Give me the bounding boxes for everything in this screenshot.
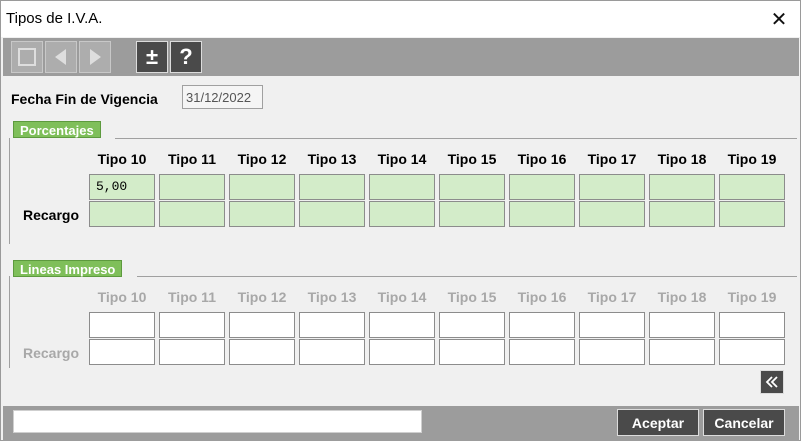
recargo-cell[interactable] — [649, 201, 715, 227]
toolbar: ± ? — [3, 38, 799, 76]
recargo-cell[interactable] — [89, 201, 155, 227]
column-header: Tipo 16 — [517, 289, 567, 305]
section-border — [9, 138, 10, 244]
column-header: Tipo 10 — [97, 151, 147, 167]
help-icon[interactable]: ? — [170, 41, 202, 73]
status-field[interactable] — [13, 410, 422, 433]
lineas-impreso-tab: Lineas Impreso — [13, 260, 123, 277]
recargo-cell[interactable] — [159, 201, 225, 227]
column-header: Tipo 10 — [97, 289, 147, 305]
recargo-cell[interactable] — [299, 339, 365, 365]
value-cell[interactable] — [299, 174, 365, 200]
dialog-window: Tipos de I.V.A. ✕ ± ? Fecha Fin de Vigen… — [0, 0, 801, 441]
square-icon[interactable] — [11, 41, 43, 73]
column-header: Tipo 14 — [377, 289, 427, 305]
value-cell[interactable] — [89, 312, 155, 338]
value-cell[interactable] — [439, 174, 505, 200]
value-cell[interactable] — [299, 312, 365, 338]
value-cell[interactable]: 5,00 — [89, 174, 155, 200]
column-header: Tipo 14 — [377, 151, 427, 167]
recargo-cell[interactable] — [649, 339, 715, 365]
column-header: Tipo 16 — [517, 151, 567, 167]
accept-button[interactable]: Aceptar — [617, 409, 699, 436]
column-header: Tipo 19 — [727, 289, 777, 305]
value-cell[interactable] — [579, 174, 645, 200]
bottom-bar: Aceptar Cancelar — [3, 406, 799, 441]
recargo-label: Recargo — [23, 207, 80, 223]
value-cell[interactable] — [719, 174, 785, 200]
triangle-right-icon[interactable] — [79, 41, 111, 73]
column-header: Tipo 18 — [657, 151, 707, 167]
plus-minus-icon[interactable]: ± — [136, 41, 168, 73]
recargo-cell[interactable] — [159, 339, 225, 365]
recargo-cell[interactable] — [439, 339, 505, 365]
section-rule — [115, 138, 797, 139]
recargo-cell[interactable] — [299, 201, 365, 227]
cancel-button[interactable]: Cancelar — [703, 409, 785, 436]
column-header: Tipo 15 — [447, 151, 497, 167]
section-rule — [137, 276, 797, 277]
lineas-recargo-label: Recargo — [23, 345, 80, 361]
value-cell[interactable] — [579, 312, 645, 338]
value-cell[interactable] — [159, 174, 225, 200]
value-cell[interactable] — [719, 312, 785, 338]
column-header: Tipo 13 — [307, 151, 357, 167]
value-cell[interactable] — [369, 312, 435, 338]
recargo-cell[interactable] — [509, 339, 575, 365]
column-header: Tipo 11 — [168, 151, 216, 167]
section-border — [9, 276, 10, 368]
recargo-cell[interactable] — [369, 339, 435, 365]
column-header: Tipo 13 — [307, 289, 357, 305]
recargo-cell[interactable] — [439, 201, 505, 227]
column-header: Tipo 17 — [587, 151, 637, 167]
value-cell[interactable] — [509, 312, 575, 338]
column-header: Tipo 12 — [237, 151, 287, 167]
column-header: Tipo 18 — [657, 289, 707, 305]
value-cell[interactable] — [439, 312, 505, 338]
fecha-field[interactable]: 31/12/2022 — [182, 85, 263, 109]
recargo-cell[interactable] — [719, 339, 785, 365]
fecha-label: Fecha Fin de Vigencia — [11, 91, 158, 107]
recargo-cell[interactable] — [89, 339, 155, 365]
collapse-icon[interactable] — [760, 370, 784, 394]
title-bar: Tipos de I.V.A. ✕ — [1, 1, 800, 37]
column-header: Tipo 11 — [168, 289, 216, 305]
value-cell[interactable] — [649, 312, 715, 338]
value-cell[interactable] — [229, 174, 295, 200]
value-cell[interactable] — [649, 174, 715, 200]
porcentajes-tab: Porcentajes — [13, 121, 101, 138]
recargo-cell[interactable] — [579, 201, 645, 227]
recargo-cell[interactable] — [719, 201, 785, 227]
recargo-cell[interactable] — [579, 339, 645, 365]
value-cell[interactable] — [509, 174, 575, 200]
value-cell[interactable] — [159, 312, 225, 338]
recargo-cell[interactable] — [369, 201, 435, 227]
recargo-cell[interactable] — [509, 201, 575, 227]
window-title: Tipos de I.V.A. — [6, 10, 103, 27]
column-header: Tipo 19 — [727, 151, 777, 167]
form-content: Fecha Fin de Vigencia 31/12/2022 Porcent… — [3, 76, 799, 406]
column-header: Tipo 12 — [237, 289, 287, 305]
recargo-cell[interactable] — [229, 201, 295, 227]
column-header: Tipo 17 — [587, 289, 637, 305]
triangle-left-icon[interactable] — [45, 41, 77, 73]
value-cell[interactable] — [229, 312, 295, 338]
column-header: Tipo 15 — [447, 289, 497, 305]
recargo-cell[interactable] — [229, 339, 295, 365]
value-cell[interactable] — [369, 174, 435, 200]
close-icon[interactable]: ✕ — [764, 5, 794, 33]
